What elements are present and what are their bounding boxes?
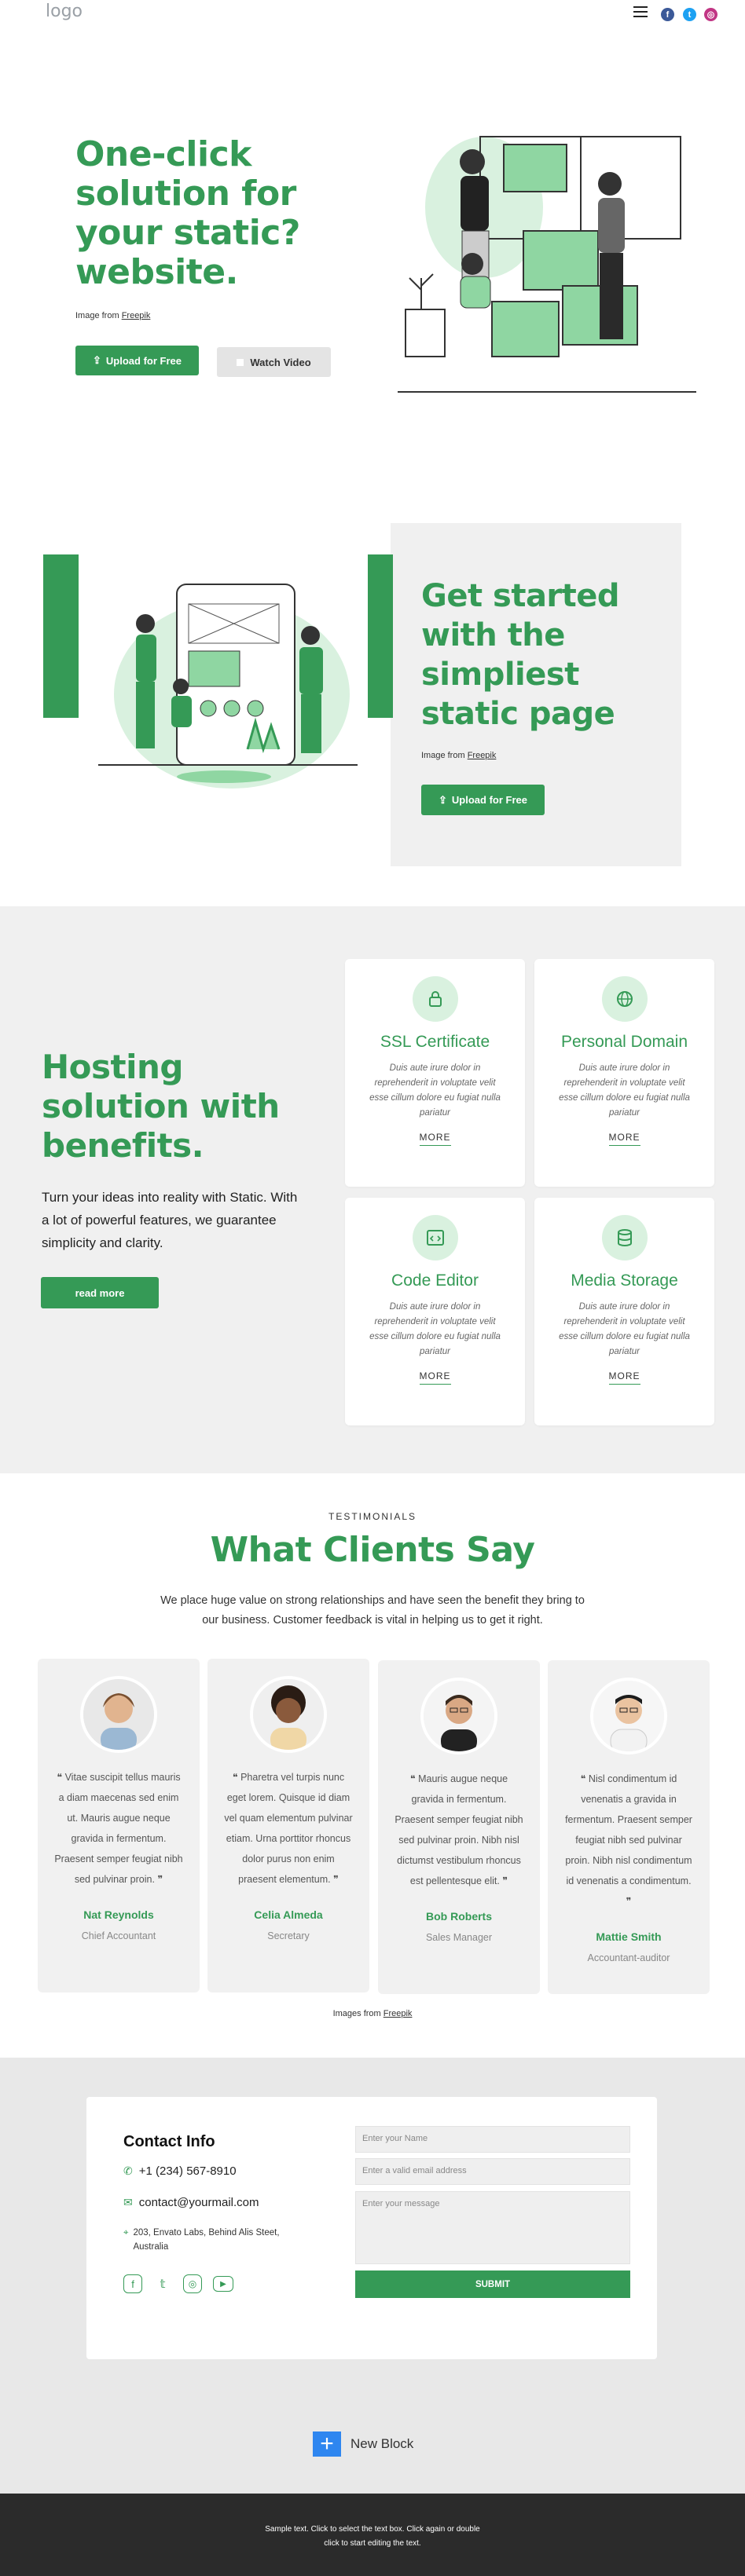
lock-icon (412, 976, 458, 1022)
name-input[interactable]: Enter your Name (355, 2126, 630, 2153)
testimonials-eyebrow: TESTIMONIALS (328, 1511, 417, 1522)
feature-more-link[interactable]: MORE (419, 1370, 451, 1385)
feature-card: SSL Certificate Duis aute irure dolor in… (345, 959, 525, 1187)
upload-button[interactable]: ⇪ Upload for Free (75, 346, 199, 375)
hero-section: One-click solution for your static? webs… (0, 27, 745, 467)
testimonial-card: ❝ Pharetra vel turpis nunc eget lorem. Q… (207, 1659, 369, 1992)
testimonial-name: Nat Reynolds (83, 1908, 154, 1921)
freepik-link[interactable]: Freepik (384, 2009, 413, 2018)
get-started-section: Get started with the simpliest static pa… (0, 467, 745, 906)
testimonial-name: Mattie Smith (596, 1930, 662, 1943)
testimonial-role: Accountant-auditor (587, 1952, 670, 1963)
upload-icon: ⇪ (93, 354, 101, 366)
testimonial-quote: ❝ Nisl condimentum id venenatis a gravid… (565, 1773, 692, 1907)
testimonial-card: ❝ Nisl condimentum id venenatis a gravid… (548, 1660, 710, 1994)
contact-phone[interactable]: ✆ +1 (234) 567-8910 (123, 2164, 237, 2178)
upload-button[interactable]: ⇪ Upload for Free (421, 785, 545, 815)
submit-button[interactable]: SUBMIT (355, 2270, 630, 2298)
avatar (420, 1678, 497, 1755)
contact-social: f 𝕥 ◎ ▶ (123, 2274, 233, 2293)
feature-title: Code Editor (391, 1272, 479, 1290)
testimonials-intro: We place huge value on strong relationsh… (160, 1594, 585, 1626)
logo[interactable]: logo (46, 2, 83, 21)
read-more-button[interactable]: read more (41, 1277, 159, 1308)
hamburger-icon[interactable] (633, 6, 648, 17)
feature-text: Duis aute irure dolor in reprehenderit i… (369, 1302, 501, 1356)
testimonial-quote: ❝ Vitae suscipit tellus mauris a diam ma… (54, 1772, 183, 1885)
feature-title: Media Storage (571, 1272, 678, 1290)
testimonial-role: Sales Manager (425, 1932, 493, 1943)
database-icon (601, 1215, 648, 1261)
feature-title: Personal Domain (560, 1033, 688, 1051)
team-illustration (98, 584, 358, 789)
header: logo f t ◎ (0, 0, 745, 27)
mail-icon: ✉ (123, 2196, 133, 2208)
accent-bar-left (43, 554, 79, 718)
contact-address: ⌖ 203, Envato Labs, Behind Alis Steet, A… (123, 2226, 304, 2254)
feature-text: Duis aute irure dolor in reprehenderit i… (559, 1302, 690, 1356)
footer-text[interactable]: Sample text. Click to select the text bo… (0, 2523, 745, 2551)
testimonial-card: ❝ Mauris augue neque gravida in fermentu… (378, 1660, 540, 1994)
testimonial-role: Secretary (267, 1930, 310, 1941)
footer: Sample text. Click to select the text bo… (0, 2494, 745, 2576)
image-caption: Image from Freepik (421, 751, 497, 760)
feature-more-link[interactable]: MORE (419, 1132, 451, 1146)
message-input[interactable]: Enter your message (355, 2191, 630, 2264)
feature-text: Duis aute irure dolor in reprehenderit i… (559, 1063, 690, 1118)
image-caption: Image from Freepik (75, 311, 151, 320)
new-block-button[interactable]: + New Block (313, 2431, 413, 2457)
hosting-title: Hosting solution with benefits. (42, 1048, 280, 1165)
code-icon (412, 1215, 458, 1261)
contact-card: Contact Info ✆ +1 (234) 567-8910 ✉ conta… (86, 2097, 657, 2359)
feature-card: Media Storage Duis aute irure dolor in r… (534, 1198, 714, 1425)
feature-more-link[interactable]: MORE (608, 1132, 640, 1146)
plus-icon: + (313, 2431, 341, 2457)
facebook-icon[interactable]: f (123, 2274, 142, 2293)
feature-card: Code Editor Duis aute irure dolor in rep… (345, 1198, 525, 1425)
testimonial-quote: ❝ Pharetra vel turpis nunc eget lorem. Q… (224, 1772, 353, 1885)
hosting-section: Hosting solution with benefits. Turn you… (0, 906, 745, 1473)
watch-video-button[interactable]: Watch Video (217, 347, 331, 377)
testimonial-quote: ❝ Mauris augue neque gravida in fermentu… (395, 1773, 523, 1886)
globe-icon (601, 976, 648, 1022)
contact-email[interactable]: ✉ contact@yourmail.com (123, 2196, 259, 2209)
avatar (590, 1678, 667, 1755)
avatar (250, 1676, 327, 1753)
accent-bar-right (368, 554, 393, 718)
upload-icon: ⇪ (439, 793, 447, 806)
feature-title: SSL Certificate (380, 1033, 490, 1051)
get-started-title: Get started with the simpliest static pa… (421, 578, 620, 732)
phone-icon: ✆ (123, 2164, 133, 2177)
testimonial-card: ❝ Vitae suscipit tellus mauris a diam ma… (38, 1659, 200, 1992)
testimonial-name: Bob Roberts (426, 1910, 492, 1923)
email-input[interactable]: Enter a valid email address (355, 2158, 630, 2185)
freepik-link[interactable]: Freepik (468, 751, 497, 760)
contact-title: Contact Info (123, 2133, 215, 2150)
hosting-description: Turn your ideas into reality with Static… (42, 1190, 298, 1250)
instagram-icon[interactable]: ◎ (704, 8, 717, 21)
play-icon (237, 358, 244, 366)
feature-text: Duis aute irure dolor in reprehenderit i… (369, 1063, 501, 1118)
contact-section: Contact Info ✆ +1 (234) 567-8910 ✉ conta… (0, 2058, 745, 2494)
freepik-link[interactable]: Freepik (122, 311, 151, 320)
twitter-icon[interactable]: t (683, 8, 696, 21)
facebook-icon[interactable]: f (661, 8, 674, 21)
instagram-icon[interactable]: ◎ (183, 2274, 202, 2293)
testimonial-name: Celia Almeda (254, 1908, 323, 1921)
testimonials-title: What Clients Say (210, 1530, 535, 1570)
avatar (80, 1676, 157, 1753)
youtube-icon[interactable]: ▶ (213, 2276, 233, 2292)
testimonials-section: TESTIMONIALS What Clients Say We place h… (0, 1473, 745, 2058)
image-caption: Images from Freepik (332, 2009, 413, 2018)
twitter-icon[interactable]: 𝕥 (153, 2274, 172, 2293)
testimonial-role: Chief Accountant (81, 1930, 156, 1941)
hero-illustration (398, 136, 696, 393)
location-icon: ⌖ (123, 2228, 129, 2238)
feature-more-link[interactable]: MORE (608, 1370, 640, 1385)
hero-title: One-click solution for your static? webs… (75, 134, 300, 292)
feature-card: Personal Domain Duis aute irure dolor in… (534, 959, 714, 1187)
